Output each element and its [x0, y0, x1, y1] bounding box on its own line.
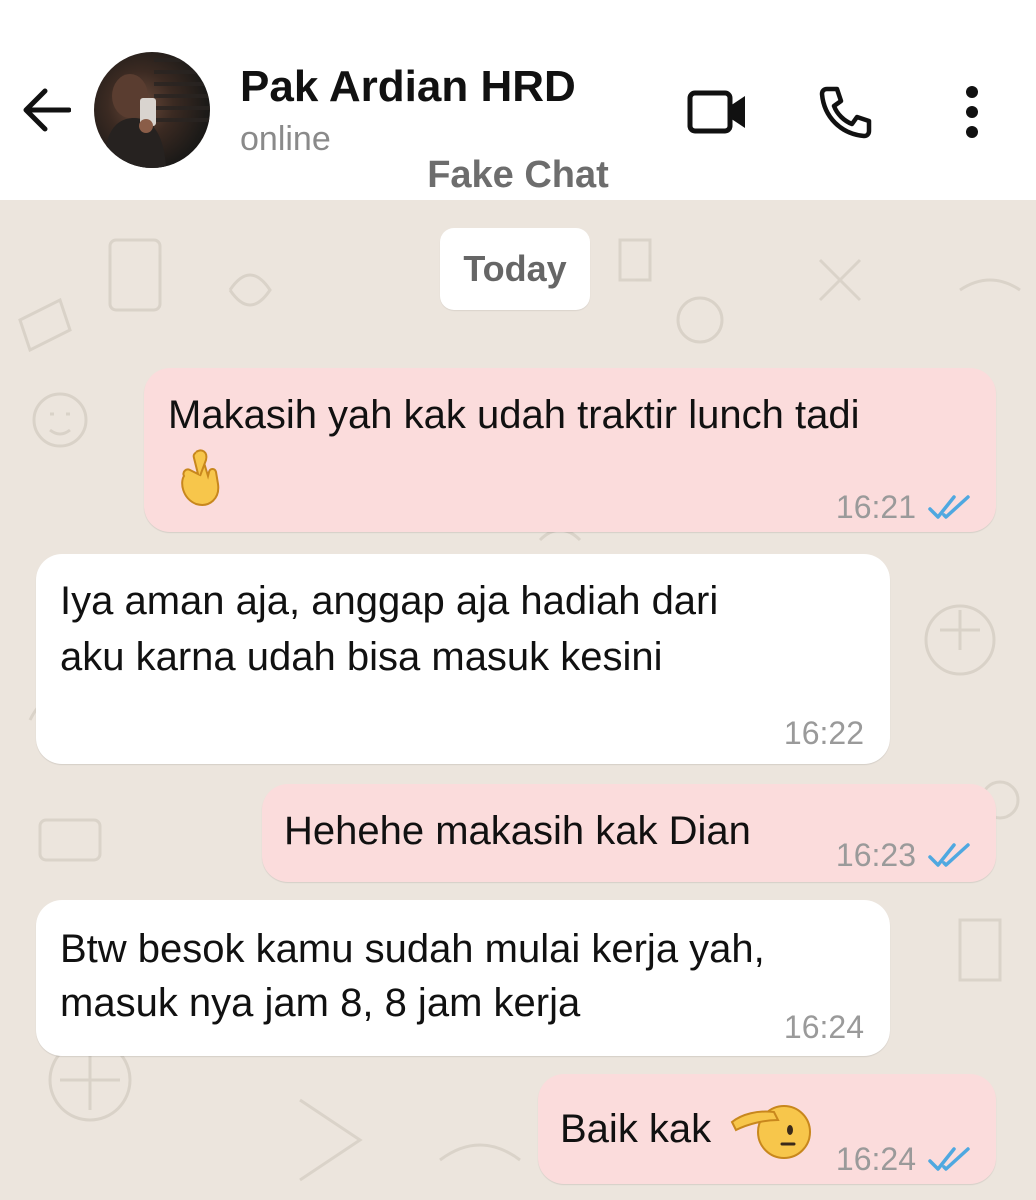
message-text: Makasih yah kak udah traktir lunch tadi — [168, 393, 860, 437]
avatar-photo — [104, 58, 210, 168]
back-button[interactable] — [18, 82, 74, 138]
chat-area[interactable]: Today Makasih yah kak udah traktir lunch… — [0, 200, 1036, 1200]
date-chip: Today — [440, 228, 590, 310]
message-text-line-2: aku karna udah bisa masuk kesini — [60, 635, 663, 679]
message-text-line-1: Btw besok kamu sudah mulai kerja yah, — [60, 927, 765, 971]
watermark-label: Fake Chat — [427, 154, 609, 196]
message-text: Baik kak — [560, 1107, 712, 1151]
chat-header: Pak Ardian HRD online Fake Chat — [0, 0, 1036, 200]
message-time: 16:21 — [835, 489, 916, 525]
crossed-fingers-emoji — [181, 449, 220, 506]
message-text: Hehehe makasih kak Dian — [284, 809, 751, 853]
saluting-face-emoji — [730, 1105, 811, 1159]
message-time: 16:22 — [783, 715, 864, 751]
double-check-icon — [928, 1147, 970, 1171]
back-arrow-icon — [23, 88, 71, 132]
message-meta: 16:24 — [784, 1000, 864, 1054]
double-check-icon — [928, 495, 970, 519]
double-check-icon — [928, 843, 970, 867]
outgoing-message-bubble[interactable]: Makasih yah kak udah traktir lunch tadi … — [144, 368, 996, 532]
video-camera-icon — [687, 90, 745, 134]
message-time: 16:23 — [835, 837, 916, 873]
video-call-button[interactable] — [686, 80, 750, 144]
voice-call-button[interactable] — [814, 80, 878, 144]
message-time: 16:24 — [783, 1009, 864, 1045]
contact-name[interactable]: Pak Ardian HRD — [240, 62, 576, 112]
avatar[interactable] — [94, 52, 210, 168]
message-meta: 16:21 — [836, 480, 972, 534]
message-meta: 16:24 — [836, 1132, 972, 1186]
outgoing-message-bubble[interactable]: Baik kak 16:24 — [538, 1074, 996, 1184]
phone-icon — [819, 86, 872, 139]
message-text-line-1: Iya aman aja, anggap aja hadiah dari — [60, 579, 719, 623]
message-meta: 16:23 — [836, 828, 972, 882]
outgoing-message-bubble[interactable]: Hehehe makasih kak Dian 16:23 — [262, 784, 996, 882]
incoming-message-bubble[interactable]: Btw besok kamu sudah mulai kerja yah, ma… — [36, 900, 890, 1056]
incoming-message-bubble[interactable]: Iya aman aja, anggap aja hadiah dari aku… — [36, 554, 890, 764]
chat-screen: Pak Ardian HRD online Fake Chat Today Ma… — [0, 0, 1036, 1200]
message-text-line-2: masuk nya jam 8, 8 jam kerja — [60, 981, 581, 1025]
message-time: 16:24 — [835, 1141, 916, 1177]
message-meta: 16:22 — [784, 706, 864, 760]
menu-button[interactable] — [940, 80, 1004, 144]
more-vert-icon — [966, 86, 978, 138]
